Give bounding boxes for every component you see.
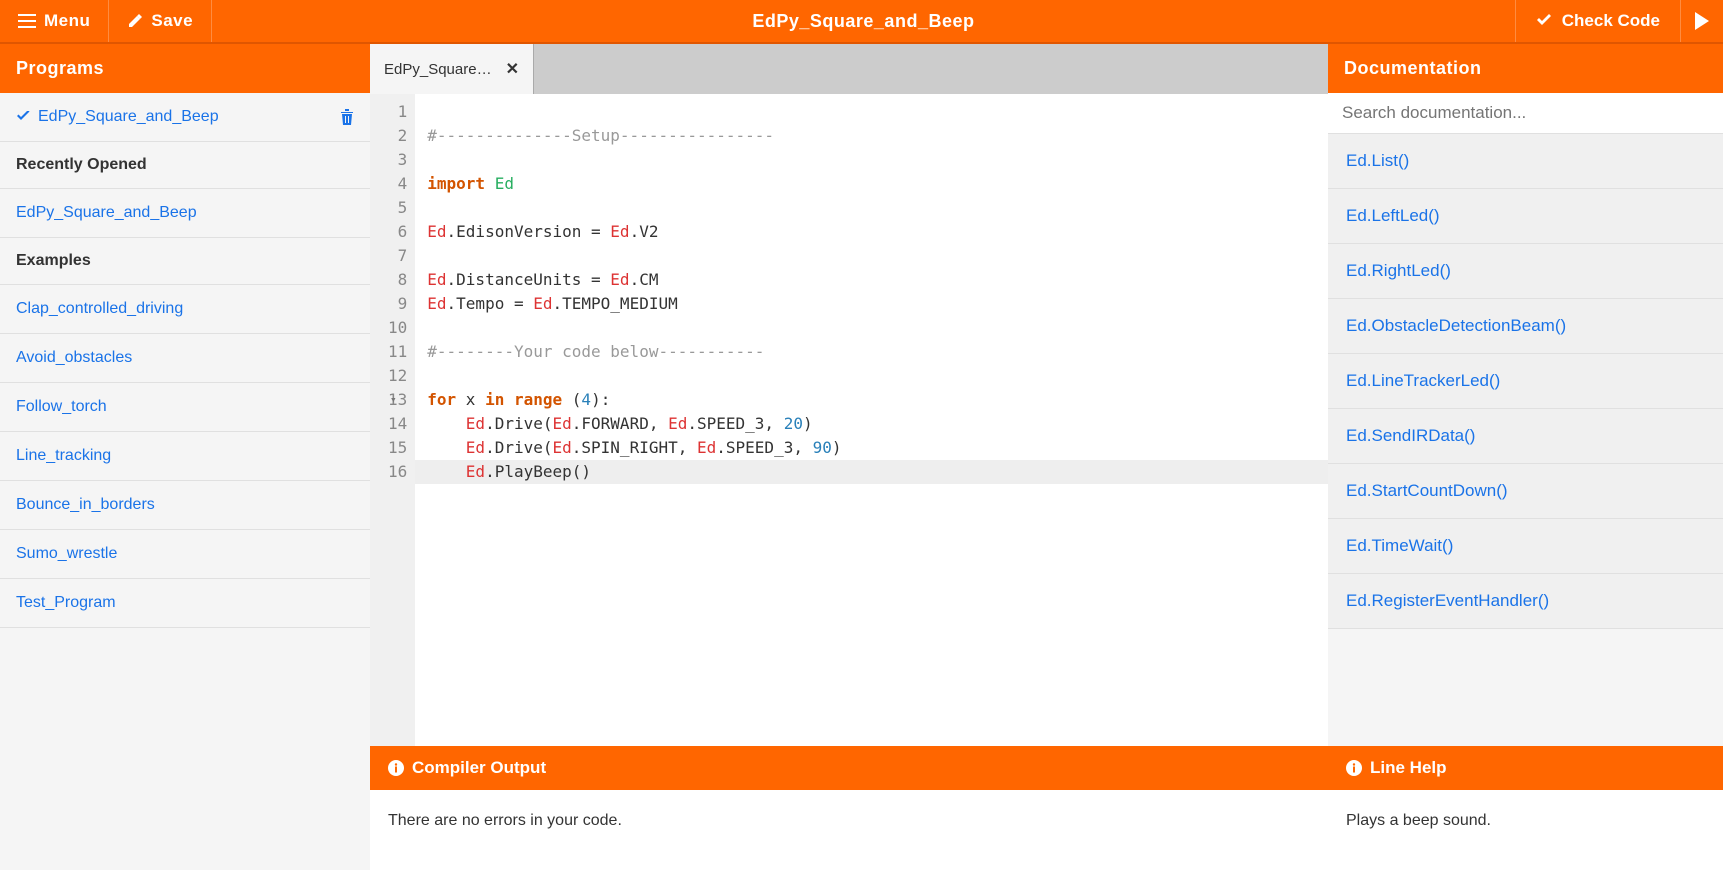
menu-label: Menu bbox=[44, 11, 90, 31]
code-line[interactable]: Ed.Drive(Ed.SPIN_RIGHT, Ed.SPEED_3, 90) bbox=[427, 436, 1316, 460]
code-line[interactable]: Ed.DistanceUnits = Ed.CM bbox=[427, 268, 1316, 292]
programs-panel: Programs EdPy_Square_and_Beep Recently O… bbox=[0, 44, 370, 870]
menu-button[interactable]: Menu bbox=[0, 0, 109, 42]
code-line[interactable]: #--------Your code below----------- bbox=[427, 340, 1316, 364]
fold-marker-icon[interactable]: ▾ bbox=[390, 388, 397, 412]
documentation-header: Documentation bbox=[1328, 44, 1723, 93]
code-line[interactable]: Ed.Tempo = Ed.TEMPO_MEDIUM bbox=[427, 292, 1316, 316]
menu-icon bbox=[18, 14, 36, 28]
example-item[interactable]: Clap_controlled_driving bbox=[0, 285, 370, 334]
program-link[interactable]: EdPy_Square_and_Beep bbox=[16, 204, 197, 222]
doc-search-wrapper bbox=[1328, 93, 1723, 134]
code-editor[interactable]: 12345678910111213▾141516 #--------------… bbox=[370, 94, 1328, 746]
editor-panel: EdPy_Square… ✕ 12345678910111213▾141516 … bbox=[370, 44, 1328, 870]
trash-icon bbox=[340, 109, 354, 125]
recently-opened-header: Recently Opened bbox=[0, 142, 370, 189]
page-title: EdPy_Square_and_Beep bbox=[212, 11, 1515, 32]
compiler-header-label: Compiler Output bbox=[412, 758, 546, 778]
doc-item[interactable]: Ed.List() bbox=[1328, 134, 1723, 189]
tab-label: EdPy_Square… bbox=[384, 61, 492, 78]
compiler-output-body: There are no errors in your code. bbox=[370, 790, 1328, 870]
pencil-icon bbox=[127, 13, 143, 29]
doc-item[interactable]: Ed.RegisterEventHandler() bbox=[1328, 574, 1723, 629]
doc-item[interactable]: Ed.SendIRData() bbox=[1328, 409, 1723, 464]
line-help-header-label: Line Help bbox=[1370, 758, 1447, 778]
top-toolbar: Menu Save EdPy_Square_and_Beep Check Cod… bbox=[0, 0, 1723, 44]
doc-item[interactable]: Ed.StartCountDown() bbox=[1328, 464, 1723, 519]
example-item[interactable]: Test_Program bbox=[0, 579, 370, 628]
info-icon bbox=[388, 760, 404, 776]
programs-header: Programs bbox=[0, 44, 370, 93]
example-link[interactable]: Follow_torch bbox=[16, 398, 107, 416]
code-line[interactable]: #--------------Setup---------------- bbox=[427, 124, 1316, 148]
doc-item[interactable]: Ed.ObstacleDetectionBeam() bbox=[1328, 299, 1723, 354]
line-help-body: Plays a beep sound. bbox=[1328, 790, 1723, 870]
doc-item[interactable]: Ed.TimeWait() bbox=[1328, 519, 1723, 574]
example-item[interactable]: Line_tracking bbox=[0, 432, 370, 481]
example-item[interactable]: Avoid_obstacles bbox=[0, 334, 370, 383]
doc-item[interactable]: Ed.LineTrackerLed() bbox=[1328, 354, 1723, 409]
line-number-gutter: 12345678910111213▾141516 bbox=[370, 94, 415, 746]
code-area[interactable]: #--------------Setup---------------- imp… bbox=[415, 94, 1328, 746]
code-line[interactable]: Ed.EdisonVersion = Ed.V2 bbox=[427, 220, 1316, 244]
code-line[interactable]: Ed.PlayBeep() bbox=[427, 460, 1316, 484]
info-icon bbox=[1346, 760, 1362, 776]
doc-item[interactable]: Ed.LeftLed() bbox=[1328, 189, 1723, 244]
code-line[interactable] bbox=[427, 196, 1316, 220]
code-line[interactable] bbox=[427, 316, 1316, 340]
program-item-current[interactable]: EdPy_Square_and_Beep bbox=[0, 93, 370, 142]
code-line[interactable]: for x in range (4): bbox=[427, 388, 1316, 412]
code-line[interactable]: import Ed bbox=[427, 172, 1316, 196]
example-link[interactable]: Test_Program bbox=[16, 594, 116, 612]
line-help-header: Line Help bbox=[1328, 746, 1723, 790]
check-code-label: Check Code bbox=[1562, 11, 1660, 31]
documentation-search-input[interactable] bbox=[1342, 103, 1709, 123]
check-icon bbox=[1536, 14, 1554, 28]
example-link[interactable]: Bounce_in_borders bbox=[16, 496, 155, 514]
tab-bar: EdPy_Square… ✕ bbox=[370, 44, 1328, 94]
code-line[interactable]: Ed.Drive(Ed.FORWARD, Ed.SPEED_3, 20) bbox=[427, 412, 1316, 436]
delete-program-button[interactable] bbox=[340, 109, 354, 125]
close-icon: ✕ bbox=[506, 61, 519, 78]
code-line[interactable] bbox=[427, 148, 1316, 172]
example-item[interactable]: Follow_torch bbox=[0, 383, 370, 432]
editor-tab[interactable]: EdPy_Square… ✕ bbox=[370, 44, 534, 94]
save-button[interactable]: Save bbox=[109, 0, 212, 42]
code-line[interactable] bbox=[427, 100, 1316, 124]
examples-header: Examples bbox=[0, 238, 370, 285]
recent-item[interactable]: EdPy_Square_and_Beep bbox=[0, 189, 370, 238]
check-icon bbox=[16, 111, 32, 123]
example-item[interactable]: Bounce_in_borders bbox=[0, 481, 370, 530]
doc-item[interactable]: Ed.RightLed() bbox=[1328, 244, 1723, 299]
example-link[interactable]: Line_tracking bbox=[16, 447, 111, 465]
check-code-button[interactable]: Check Code bbox=[1515, 0, 1680, 42]
program-link[interactable]: EdPy_Square_and_Beep bbox=[38, 108, 219, 126]
documentation-list: Ed.List()Ed.LeftLed()Ed.RightLed()Ed.Obs… bbox=[1328, 134, 1723, 746]
play-icon bbox=[1695, 12, 1709, 30]
code-line[interactable] bbox=[427, 244, 1316, 268]
save-label: Save bbox=[151, 11, 193, 31]
example-link[interactable]: Avoid_obstacles bbox=[16, 349, 132, 367]
programs-list: EdPy_Square_and_Beep Recently Opened EdP… bbox=[0, 93, 370, 870]
documentation-panel: Documentation Ed.List()Ed.LeftLed()Ed.Ri… bbox=[1328, 44, 1723, 870]
code-line[interactable] bbox=[427, 364, 1316, 388]
example-item[interactable]: Sumo_wrestle bbox=[0, 530, 370, 579]
toolbar-right-group: Check Code bbox=[1515, 0, 1723, 42]
tab-close-button[interactable]: ✕ bbox=[506, 59, 519, 79]
main-area: Programs EdPy_Square_and_Beep Recently O… bbox=[0, 44, 1723, 870]
example-link[interactable]: Clap_controlled_driving bbox=[16, 300, 183, 318]
example-link[interactable]: Sumo_wrestle bbox=[16, 545, 117, 563]
run-button[interactable] bbox=[1680, 0, 1723, 42]
compiler-output-header: Compiler Output bbox=[370, 746, 1328, 790]
